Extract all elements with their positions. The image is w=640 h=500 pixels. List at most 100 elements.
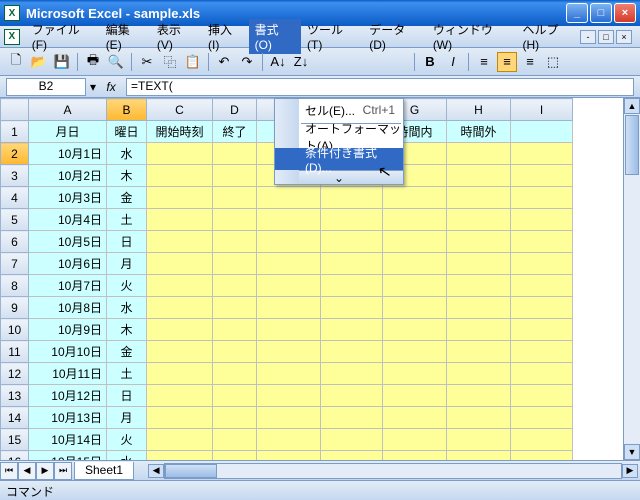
cell[interactable] <box>257 451 321 461</box>
menu-help[interactable]: ヘルプ(H) <box>516 19 580 54</box>
cell[interactable] <box>447 165 511 187</box>
cell[interactable] <box>511 209 573 231</box>
preview-icon[interactable]: 🔍 <box>106 52 126 72</box>
cell[interactable] <box>383 385 447 407</box>
row-header[interactable]: 9 <box>1 297 29 319</box>
cell[interactable] <box>321 231 383 253</box>
cell[interactable]: 月 <box>107 407 147 429</box>
document-icon[interactable]: X <box>4 29 20 45</box>
cell[interactable] <box>257 253 321 275</box>
cell[interactable]: 木 <box>107 165 147 187</box>
cell[interactable] <box>447 363 511 385</box>
cell[interactable] <box>147 165 213 187</box>
cell[interactable]: 水 <box>107 143 147 165</box>
menu-item-conditional-format[interactable]: 条件付き書式(D)... <box>275 148 403 170</box>
cell[interactable] <box>147 297 213 319</box>
cell[interactable] <box>447 451 511 461</box>
column-header[interactable]: C <box>147 99 213 121</box>
cell[interactable] <box>213 231 257 253</box>
cell[interactable] <box>213 165 257 187</box>
cell[interactable] <box>447 385 511 407</box>
align-center-icon[interactable]: ≡ <box>497 52 517 72</box>
row-header[interactable]: 5 <box>1 209 29 231</box>
cell[interactable] <box>147 275 213 297</box>
cell[interactable] <box>321 385 383 407</box>
cell[interactable] <box>511 121 573 143</box>
cell[interactable] <box>511 231 573 253</box>
cell[interactable] <box>321 319 383 341</box>
cell[interactable]: 10月1日 <box>29 143 107 165</box>
cell[interactable] <box>147 341 213 363</box>
maximize-button[interactable]: □ <box>590 3 612 23</box>
cell[interactable] <box>511 187 573 209</box>
undo-icon[interactable]: ↶ <box>214 52 234 72</box>
cell[interactable] <box>383 429 447 451</box>
cell[interactable] <box>321 407 383 429</box>
cell[interactable]: 10月14日 <box>29 429 107 451</box>
cell[interactable]: 日 <box>107 231 147 253</box>
column-header[interactable]: D <box>213 99 257 121</box>
save-icon[interactable]: 💾 <box>52 52 72 72</box>
cell[interactable] <box>447 319 511 341</box>
row-header[interactable]: 3 <box>1 165 29 187</box>
select-all-cell[interactable] <box>1 99 29 121</box>
cell[interactable] <box>213 253 257 275</box>
menu-edit[interactable]: 編集(E) <box>100 19 151 54</box>
cell[interactable] <box>257 231 321 253</box>
cell[interactable] <box>511 253 573 275</box>
cell[interactable]: 10月12日 <box>29 385 107 407</box>
cell[interactable]: 10月5日 <box>29 231 107 253</box>
cell[interactable] <box>447 429 511 451</box>
mdi-close-button[interactable]: × <box>616 30 632 44</box>
cell[interactable] <box>383 451 447 461</box>
cell[interactable] <box>511 363 573 385</box>
redo-icon[interactable]: ↷ <box>237 52 257 72</box>
cell[interactable] <box>383 187 447 209</box>
print-icon[interactable]: 🖶 <box>83 52 103 72</box>
name-box[interactable]: B2 <box>6 78 86 96</box>
cell[interactable] <box>213 407 257 429</box>
mdi-minimize-button[interactable]: - <box>580 30 596 44</box>
cell[interactable] <box>321 451 383 461</box>
row-header[interactable]: 11 <box>1 341 29 363</box>
cell[interactable] <box>511 275 573 297</box>
cell[interactable]: 月日 <box>29 121 107 143</box>
cell[interactable] <box>147 407 213 429</box>
cell[interactable] <box>321 341 383 363</box>
menu-insert[interactable]: 挿入(I) <box>202 19 249 54</box>
cell[interactable] <box>147 187 213 209</box>
cell[interactable] <box>257 407 321 429</box>
cell[interactable] <box>511 165 573 187</box>
row-header[interactable]: 7 <box>1 253 29 275</box>
cell[interactable] <box>447 341 511 363</box>
cell[interactable]: 火 <box>107 429 147 451</box>
row-header[interactable]: 10 <box>1 319 29 341</box>
cell[interactable] <box>213 187 257 209</box>
cell[interactable] <box>147 319 213 341</box>
sheet-tab[interactable]: Sheet1 <box>74 462 134 480</box>
cell[interactable] <box>511 385 573 407</box>
cell[interactable] <box>321 187 383 209</box>
cell[interactable]: 火 <box>107 275 147 297</box>
merge-icon[interactable]: ⬚ <box>543 52 563 72</box>
cell[interactable]: 水 <box>107 297 147 319</box>
cell[interactable] <box>447 209 511 231</box>
cell[interactable] <box>257 209 321 231</box>
cut-icon[interactable]: ✂ <box>137 52 157 72</box>
row-header[interactable]: 16 <box>1 451 29 461</box>
menu-view[interactable]: 表示(V) <box>151 19 202 54</box>
cell[interactable] <box>213 451 257 461</box>
column-header[interactable]: H <box>447 99 511 121</box>
menu-data[interactable]: データ(D) <box>363 19 427 54</box>
nav-last-icon[interactable]: ⏭ <box>54 462 72 480</box>
cell[interactable]: 水 <box>107 451 147 461</box>
menu-tools[interactable]: ツール(T) <box>301 19 363 54</box>
scroll-thumb[interactable] <box>625 115 639 175</box>
copy-icon[interactable]: ⿻ <box>160 52 180 72</box>
cell[interactable] <box>383 297 447 319</box>
cell[interactable] <box>147 451 213 461</box>
cell[interactable]: 10月4日 <box>29 209 107 231</box>
menu-file[interactable]: ファイル(F) <box>26 19 100 54</box>
menu-format[interactable]: 書式(O) <box>249 19 301 54</box>
cell[interactable] <box>257 187 321 209</box>
